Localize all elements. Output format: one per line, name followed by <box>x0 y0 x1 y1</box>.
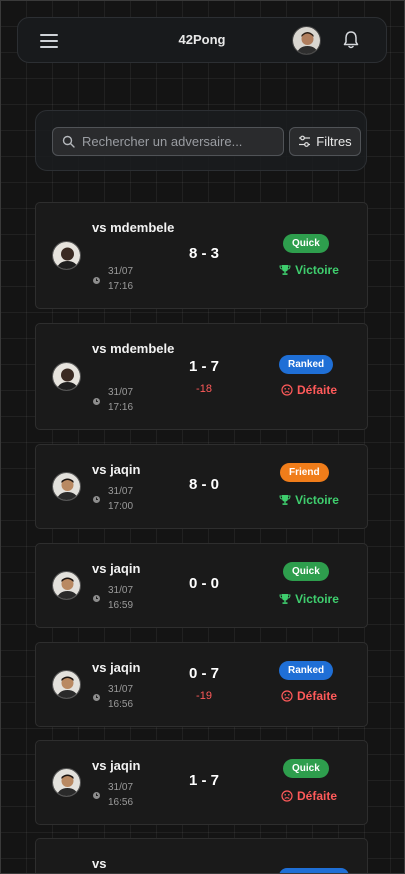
match-card[interactable]: vs jaqin 31/07 16:56 0 - 7 -19 Ranked Dé… <box>35 642 368 727</box>
mode-badge: Quick <box>283 759 329 778</box>
clock-icon <box>93 792 100 799</box>
result-defeat: Défaite <box>256 689 362 703</box>
match-card[interactable]: vs jaqin 31/07 17:00 8 - 0 Friend Victoi… <box>35 444 368 529</box>
opponent-avatar <box>52 472 81 501</box>
match-card[interactable]: vs mdembele 31/07 17:16 1 - 7 -18 Ranked… <box>35 323 368 430</box>
match-time: 17:16 <box>108 402 134 413</box>
mode-badge: Quick <box>283 562 329 581</box>
result-label: Défaite <box>296 383 337 397</box>
match-card[interactable]: vs <box>35 838 368 874</box>
top-navbar: 42Pong <box>17 17 387 63</box>
match-date: 31/07 <box>108 266 134 277</box>
trophy-icon <box>279 495 291 505</box>
result-label: Victoire <box>295 493 339 507</box>
result-victory: Victoire <box>256 592 362 606</box>
match-score: 0 - 7 <box>188 665 219 682</box>
opponent-name: vs mdembele <box>92 220 175 235</box>
sad-face-icon <box>281 790 293 802</box>
sliders-icon <box>299 135 311 147</box>
mode-badge <box>279 868 349 874</box>
result-label: Victoire <box>295 263 339 277</box>
opponent-avatar <box>52 241 81 270</box>
elo-delta: -18 <box>196 383 212 395</box>
clock-icon <box>93 595 100 602</box>
search-panel: Filtres <box>35 110 367 171</box>
match-time: 16:56 <box>108 699 134 710</box>
match-time: 17:00 <box>108 501 134 512</box>
match-score: 1 - 7 <box>188 358 219 375</box>
search-input[interactable] <box>82 128 282 155</box>
result-label: Défaite <box>296 789 337 803</box>
mode-badge: Ranked <box>279 661 334 680</box>
opponent-avatar <box>52 571 81 600</box>
match-date: 31/07 <box>108 387 134 398</box>
match-score: 0 - 0 <box>188 575 219 592</box>
opponent-avatar <box>52 768 81 797</box>
match-card[interactable]: vs mdembele 31/07 17:16 8 - 3 Quick Vict… <box>35 202 368 309</box>
match-date: 31/07 <box>108 486 134 497</box>
app-title: 42Pong <box>178 32 226 47</box>
match-time: 17:16 <box>108 281 134 292</box>
match-card[interactable]: vs jaqin 31/07 16:59 0 - 0 Quick Victoir… <box>35 543 368 628</box>
bell-icon[interactable] <box>342 30 360 50</box>
search-icon <box>62 135 75 148</box>
result-victory: Victoire <box>256 493 362 507</box>
clock-icon <box>93 398 100 405</box>
match-score: 8 - 3 <box>188 245 219 262</box>
clock-icon <box>93 496 100 503</box>
mode-badge: Ranked <box>279 355 334 374</box>
match-date: 31/07 <box>108 684 134 695</box>
elo-delta: -19 <box>196 690 212 702</box>
match-card[interactable]: vs jaqin 31/07 16:56 1 - 7 Quick Défaite <box>35 740 368 825</box>
match-date: 31/07 <box>108 585 134 596</box>
sad-face-icon <box>281 690 293 702</box>
result-label: Victoire <box>295 592 339 606</box>
search-field <box>52 127 284 156</box>
trophy-icon <box>279 594 291 604</box>
mode-badge: Quick <box>283 234 329 253</box>
mode-badge: Friend <box>280 463 329 482</box>
match-score: 1 - 7 <box>188 772 219 789</box>
trophy-icon <box>279 265 291 275</box>
filters-button[interactable]: Filtres <box>289 127 361 156</box>
opponent-avatar <box>52 362 81 391</box>
result-label: Défaite <box>296 689 337 703</box>
result-defeat: Défaite <box>256 383 362 397</box>
match-time: 16:56 <box>108 797 134 808</box>
clock-icon <box>93 277 100 284</box>
result-victory: Victoire <box>256 263 362 277</box>
opponent-name: vs mdembele <box>92 341 175 356</box>
opponent-avatar <box>52 670 81 699</box>
match-date: 31/07 <box>108 782 134 793</box>
filters-label: Filtres <box>316 134 352 149</box>
opponent-name: vs <box>92 856 107 871</box>
clock-icon <box>93 694 100 701</box>
sad-face-icon <box>281 384 293 396</box>
match-score: 8 - 0 <box>188 476 219 493</box>
result-defeat: Défaite <box>256 789 362 803</box>
match-time: 16:59 <box>108 600 134 611</box>
user-avatar[interactable] <box>292 26 321 55</box>
